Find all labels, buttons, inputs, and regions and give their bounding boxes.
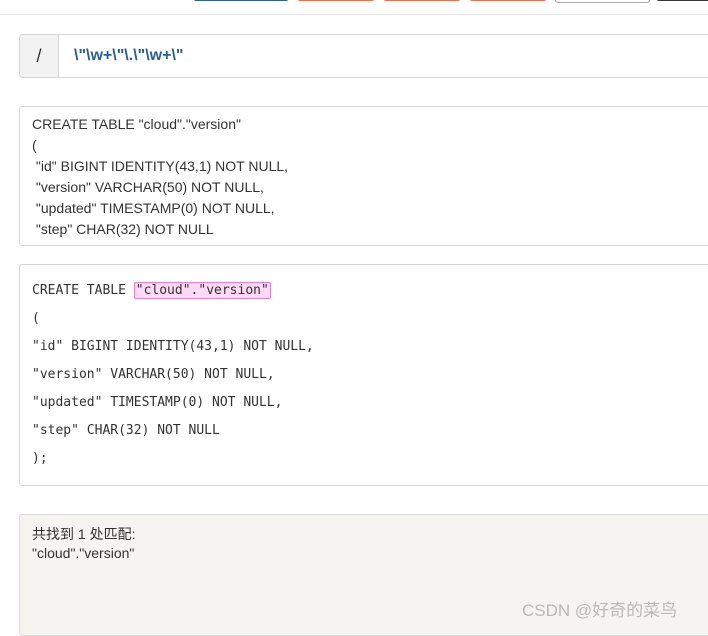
toolbar-button-1[interactable] xyxy=(193,0,289,1)
regex-delimiter: / xyxy=(20,35,59,77)
match-count: 共找到 1 处匹配: xyxy=(32,526,136,542)
source-line: CREATE TABLE "cloud"."version" xyxy=(32,116,241,132)
toolbar-button-3[interactable] xyxy=(383,0,461,1)
source-textarea[interactable]: CREATE TABLE "cloud"."version" ( "id" BI… xyxy=(19,106,708,246)
highlight-line: "version" VARCHAR(50) NOT NULL, xyxy=(32,367,275,382)
regex-input[interactable]: \"\w+\"\.\"\w+\" xyxy=(74,35,183,77)
highlight-line: "id" BIGINT IDENTITY(43,1) NOT NULL, xyxy=(32,339,314,354)
source-line: ( xyxy=(32,137,37,153)
highlight-prefix: CREATE TABLE xyxy=(32,283,134,298)
highlight-line: CREATE TABLE "cloud"."version" xyxy=(32,282,271,299)
highlight-line: "updated" TIMESTAMP(0) NOT NULL, xyxy=(32,395,283,410)
source-line: "id" BIGINT IDENTITY(43,1) NOT NULL, xyxy=(32,158,289,174)
toolbar-button-6[interactable] xyxy=(656,0,708,1)
highlight-line: ( xyxy=(32,311,40,326)
toolbar xyxy=(0,0,708,15)
match-highlight: "cloud"."version" xyxy=(133,282,271,299)
source-line: "version" VARCHAR(50) NOT NULL, xyxy=(32,179,264,195)
regex-input-group: / \"\w+\"\.\"\w+\" xyxy=(19,34,708,78)
watermark: CSDN @好奇的菜鸟 xyxy=(522,601,678,620)
source-line: "updated" TIMESTAMP(0) NOT NULL, xyxy=(32,200,275,216)
toolbar-button-2[interactable] xyxy=(297,0,375,1)
toolbar-button-5[interactable] xyxy=(555,0,650,3)
toolbar-button-4[interactable] xyxy=(469,0,547,1)
highlight-line: ); xyxy=(32,451,48,466)
match-result: "cloud"."version" xyxy=(32,545,135,561)
source-line: "step" CHAR(32) NOT NULL xyxy=(32,221,214,237)
highlight-line: "step" CHAR(32) NOT NULL xyxy=(32,423,220,438)
highlighted-output: CREATE TABLE "cloud"."version" ( "id" BI… xyxy=(19,264,708,486)
